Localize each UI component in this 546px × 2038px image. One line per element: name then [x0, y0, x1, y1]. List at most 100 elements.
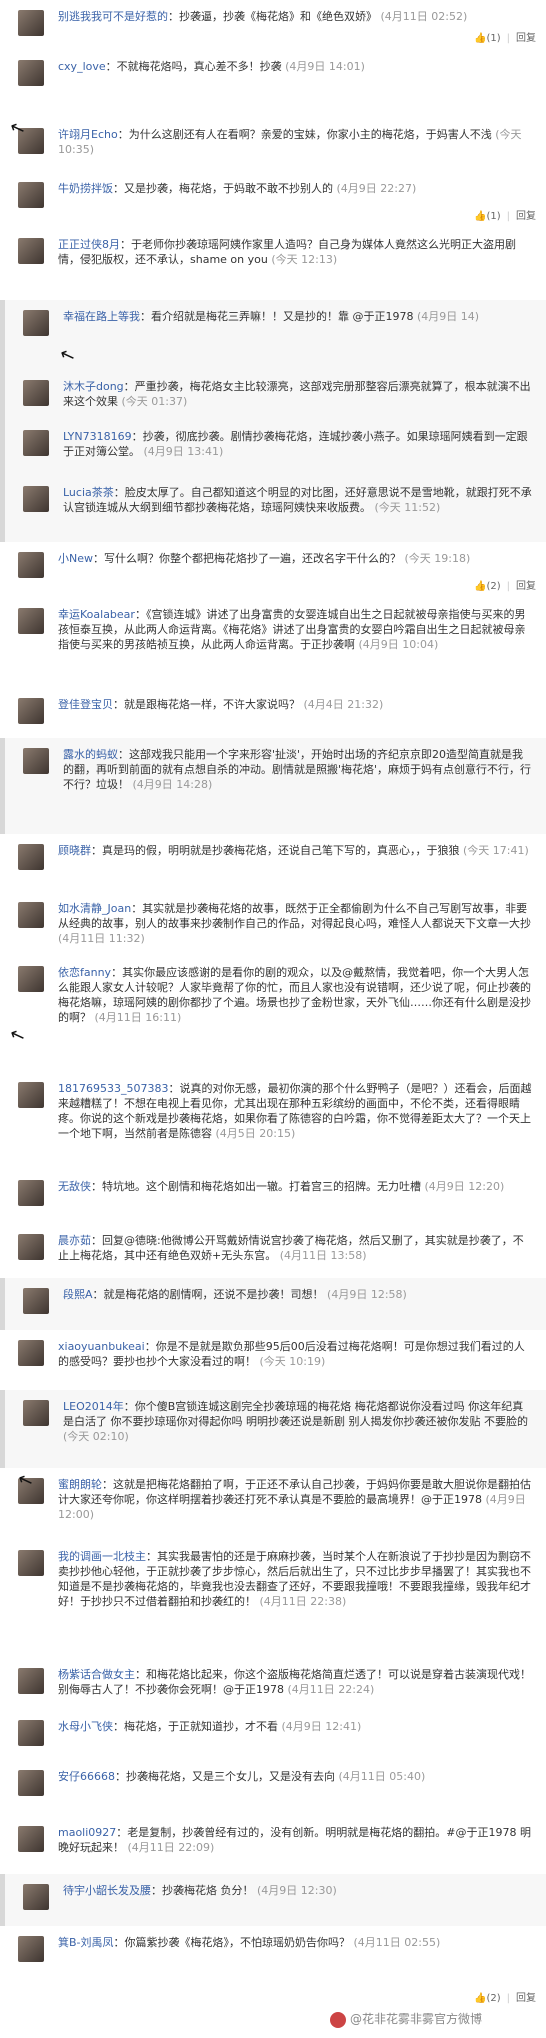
comment-item: 我的调画一北枝主：其实我最害怕的还是于麻麻抄袭，当时某个人在新浪说了于抄抄是因为…	[0, 1540, 546, 1658]
comment-item: 正正过侠8月：于老师你抄袭琼瑶阿姨作家里人造吗？自己身为媒体人竟然这么光明正大盗…	[0, 228, 546, 300]
commenter-name[interactable]: 许翊月Echo	[58, 128, 118, 141]
avatar[interactable]	[18, 182, 44, 208]
reply-button[interactable]: 回复	[516, 577, 536, 592]
avatar[interactable]	[18, 1550, 44, 1576]
avatar[interactable]	[23, 310, 49, 336]
avatar[interactable]	[18, 238, 44, 264]
commenter-name[interactable]: LEO2014年	[63, 1400, 124, 1413]
commenter-name[interactable]: 牛奶捞拌饭	[58, 182, 113, 195]
comment-time: (今天 10:19)	[259, 1355, 326, 1368]
commenter-name[interactable]: 水母小飞侠	[58, 1720, 113, 1733]
reply-button[interactable]: 回复	[516, 207, 536, 222]
commenter-name[interactable]: 正正过侠8月	[58, 238, 120, 251]
avatar[interactable]	[18, 1234, 44, 1260]
avatar[interactable]	[23, 486, 49, 512]
like-icon[interactable]: 👍	[474, 1993, 486, 2004]
comment-body: Lucia茶茶：脸皮太厚了。自己都知道这个明显的对比图，还好意思说不是雪地靴，就…	[63, 485, 534, 515]
avatar[interactable]	[18, 10, 44, 36]
avatar[interactable]	[18, 902, 44, 928]
comment-time: (4月9日 10:04)	[358, 638, 439, 651]
comment-item: xiaoyuanbukeai：你是不是就是欺负那些95后00后没看过梅花烙啊！可…	[0, 1330, 546, 1390]
comment-time: (4月11日 11:32)	[58, 932, 145, 945]
avatar[interactable]	[18, 1082, 44, 1108]
commenter-name[interactable]: 幸运Koalabear	[58, 608, 135, 621]
comment-time: (今天 11:52)	[374, 501, 441, 514]
commenter-name[interactable]: cxy_love	[58, 60, 106, 73]
comment-body: 水母小飞侠：梅花烙，于正就知道抄，才不看 (4月9日 12:41)	[58, 1719, 534, 1734]
commenter-name[interactable]: 顾晓群	[58, 844, 91, 857]
avatar[interactable]	[23, 1884, 49, 1910]
comment-item: 露水的蚂蚁：这部戏我只能用一个字来形容'扯淡'，开始时出场的齐纪京京即20造型简…	[0, 738, 546, 834]
commenter-name[interactable]: 无敌侠	[58, 1180, 91, 1193]
avatar[interactable]	[18, 1668, 44, 1694]
comment-text: ：这就是把梅花烙翻拍了啊，于正还不承认自己抄袭，于妈妈你要是敢大胆说你是翻拍估计…	[58, 1478, 531, 1506]
commenter-name[interactable]: 如水清静_Joan	[58, 902, 131, 915]
comment-item: 181769533_507383：说真的对你无感，最初你演的那个什么野鸭子（是吧…	[0, 1072, 546, 1170]
avatar[interactable]	[23, 748, 49, 774]
avatar[interactable]	[18, 608, 44, 634]
commenter-name[interactable]: 蜜朗朗轮	[58, 1478, 102, 1491]
like-icon[interactable]: 👍	[474, 211, 486, 222]
commenter-name[interactable]: 段熙A	[63, 1288, 93, 1301]
avatar[interactable]	[18, 1340, 44, 1366]
commenter-name[interactable]: 依恋fanny	[58, 966, 111, 979]
comment-text: ：抄袭梅花烙，又是三个女儿，又是没有去向	[115, 1770, 335, 1783]
avatar[interactable]	[18, 1770, 44, 1796]
comment-text: ：为什么这剧还有人在看啊？亲爱的宝妹，你家小主的梅花烙，于妈害人不浅	[117, 128, 492, 141]
commenter-name[interactable]: 晨亦茹	[58, 1234, 91, 1247]
comment-item: 段熙A：就是梅花烙的剧情啊，还说不是抄袭！司想！ (4月9日 12:58)	[0, 1278, 546, 1330]
commenter-name[interactable]: 幸福在路上等我	[63, 310, 140, 323]
comment-item: 小New：写什么啊？你整个都把梅花烙抄了一遍，还改名字干什么的？ (今天 19:…	[0, 542, 546, 598]
avatar[interactable]	[18, 1180, 44, 1206]
commenter-name[interactable]: xiaoyuanbukeai	[58, 1340, 145, 1353]
commenter-name[interactable]: 箕B-刘禹凤	[58, 1936, 114, 1949]
comment-body: 幸运Koalabear：《宫锁连城》讲述了出身富贵的女婴连城自出生之日起就被母亲…	[58, 607, 534, 652]
comment-body: 181769533_507383：说真的对你无感，最初你演的那个什么野鸭子（是吧…	[58, 1081, 534, 1141]
avatar[interactable]	[18, 844, 44, 870]
comment-time: (4月11日 02:55)	[353, 1936, 441, 1949]
comment-item: 登佳登宝贝：就是跟梅花烙一样，不许大家说吗？ (4月4日 21:32)	[0, 688, 546, 738]
comment-text: ：看介绍就是梅花三弄嘛！！又是抄的！靠 @于正1978	[140, 310, 414, 323]
avatar[interactable]	[18, 552, 44, 578]
comment-text: ：不就梅花烙吗，真心差不多！抄袭	[105, 60, 282, 73]
comment-time: (今天 12:13)	[271, 253, 338, 266]
comment-item: 许翊月Echo：为什么这剧还有人在看啊？亲爱的宝妹，你家小主的梅花烙，于妈害人不…	[0, 118, 546, 172]
commenter-name[interactable]: LYN7318169	[63, 430, 132, 443]
commenter-name[interactable]: maoli0927	[58, 1826, 116, 1839]
commenter-name[interactable]: 待宇小龆长发及腰	[63, 1884, 151, 1897]
comment-item: 安仔66668：抄袭梅花烙，又是三个女儿，又是没有去向 (4月11日 05:40…	[0, 1760, 546, 1816]
commenter-name[interactable]: 别逃我我可不是好惹的	[58, 10, 168, 23]
commenter-name[interactable]: 我的调画一北枝主	[58, 1550, 146, 1563]
commenter-name[interactable]: Lucia茶茶	[63, 486, 114, 499]
comment-body: 幸福在路上等我：看介绍就是梅花三弄嘛！！又是抄的！靠 @于正1978 (4月9日…	[63, 309, 534, 324]
avatar[interactable]	[18, 1826, 44, 1852]
avatar[interactable]	[18, 966, 44, 992]
comment-text: ：又是抄袭，梅花烙，于妈敢不敢不抄别人的	[113, 182, 333, 195]
avatar[interactable]	[18, 698, 44, 724]
like-icon[interactable]: 👍	[474, 581, 486, 592]
reply-button[interactable]: 回复	[516, 29, 536, 44]
avatar[interactable]	[23, 380, 49, 406]
commenter-name[interactable]: 181769533_507383	[58, 1082, 168, 1095]
avatar[interactable]	[18, 1936, 44, 1962]
avatar[interactable]	[23, 1288, 49, 1314]
avatar[interactable]	[18, 1720, 44, 1746]
comment-item: 沐木子dong：严重抄袭，梅花烙女主比较漂亮，这部戏完册那整容后漂亮就算了，根本…	[0, 370, 546, 420]
commenter-name[interactable]: 杨紫话合做女主	[58, 1668, 135, 1681]
comment-text: ：抄袭，彻底抄袭。剧情抄袭梅花烙，连城抄袭小燕子。如果琼瑶阿姨看到一定跟于正对簿…	[63, 430, 528, 458]
like-icon[interactable]: 👍	[474, 33, 486, 44]
commenter-name[interactable]: 露水的蚂蚁	[63, 748, 118, 761]
commenter-name[interactable]: 小New	[58, 552, 93, 565]
comment-body: 露水的蚂蚁：这部戏我只能用一个字来形容'扯淡'，开始时出场的齐纪京京即20造型简…	[63, 747, 534, 792]
comment-body: 登佳登宝贝：就是跟梅花烙一样，不许大家说吗？ (4月4日 21:32)	[58, 697, 534, 712]
avatar[interactable]	[18, 60, 44, 86]
avatar[interactable]	[23, 430, 49, 456]
commenter-name[interactable]: 安仔66668	[58, 1770, 115, 1783]
reply-button[interactable]: 回复	[516, 1989, 536, 2004]
commenter-name[interactable]: 登佳登宝贝	[58, 698, 113, 711]
comment-body: 蜜朗朗轮：这就是把梅花烙翻拍了啊，于正还不承认自己抄袭，于妈妈你要是敢大胆说你是…	[58, 1477, 534, 1522]
comment-text: ：就是梅花烙的剧情啊，还说不是抄袭！司想！	[92, 1288, 324, 1301]
comment-time: (今天 02:10)	[63, 1430, 129, 1443]
commenter-name[interactable]: 沐木子dong	[63, 380, 124, 393]
avatar[interactable]	[23, 1400, 49, 1426]
